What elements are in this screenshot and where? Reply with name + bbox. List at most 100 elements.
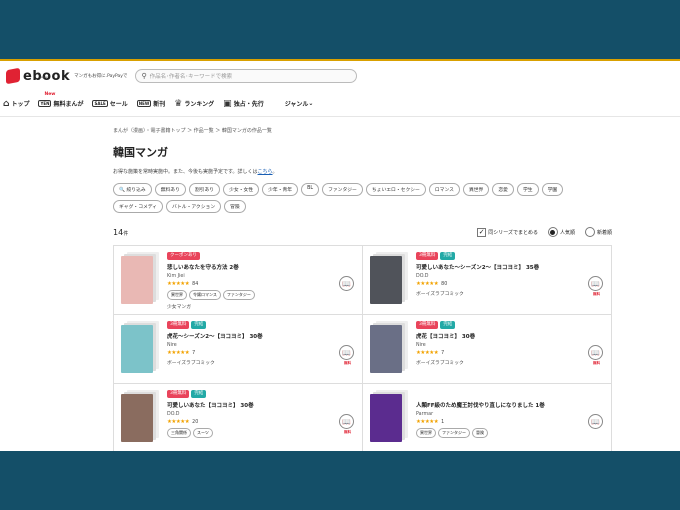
book-card[interactable]: 3冊無料 完結 可愛しいあなた【ヨコヨミ】 30巻 DO.D ★★★★★ 20 三角関係 スー… xyxy=(114,384,363,451)
book-author[interactable]: DO.D xyxy=(416,274,576,279)
book-author[interactable]: DO.D xyxy=(167,412,327,417)
rating-count: 84 xyxy=(192,281,199,287)
read-book-button[interactable]: 📖 xyxy=(588,345,603,360)
book-cover[interactable] xyxy=(370,325,402,373)
genre-dropdown[interactable]: ジャンル ⌄ xyxy=(285,99,314,108)
book-cover[interactable] xyxy=(121,394,153,442)
book-tag[interactable]: ファンタジー xyxy=(438,428,470,438)
book-cover[interactable] xyxy=(370,256,402,304)
series-checkbox[interactable]: ✓ xyxy=(477,227,487,237)
nav-icon: ♛ xyxy=(174,98,183,109)
search-input[interactable]: ⚲ 作品名･作者名･キーワードで検索 xyxy=(135,69,358,83)
filter-chip[interactable]: ちょいエロ・セクシー xyxy=(365,183,426,196)
star-rating-icon: ★★★★★ xyxy=(167,419,190,425)
nav-item-4[interactable]: ♛ ランキング xyxy=(174,99,214,109)
tagline: マンガもお得に.PayPayで xyxy=(74,74,128,79)
book-card[interactable]: 人類FF級のため魔王討伐やり直しになりました 1巻 Parmar ★★★★★ 1 異世界… xyxy=(363,384,612,451)
book-cover[interactable] xyxy=(121,325,153,373)
book-badge: 完結 xyxy=(440,252,456,260)
nav-item-label: 無料まんが xyxy=(53,101,84,108)
notice-body: お得な施策を常時実施中。また、今後も実施予定です。詳しくは xyxy=(113,169,258,175)
book-info: 3冊無料 完結 虎花【ヨコヨミ】 30巻 Nire ★★★★★ 7 ボーイズラブコミック xyxy=(416,321,576,366)
book-tag[interactable]: 異世界 xyxy=(167,290,187,300)
new-badge: New xyxy=(44,92,56,97)
filter-chip[interactable]: ロマンス xyxy=(428,183,460,196)
list-controls: 14件 ✓ 同シリーズでまとめる 人気順 新着順 xyxy=(113,225,612,239)
book-card[interactable]: クーポンあり 悲しいあなたを守る方法 2巻 Kim Jiei ★★★★★ 84 異世界 令嬢… xyxy=(114,246,363,315)
book-cover[interactable] xyxy=(370,394,402,442)
book-rating: ★★★★★ 80 xyxy=(416,281,576,287)
nav-item-label: 独占・先行 xyxy=(233,101,264,108)
notice-link[interactable]: こちら xyxy=(258,169,273,175)
book-card[interactable]: 3冊無料 完結 虎花～シーズン2～【ヨコヨミ】 30巻 Nire ★★★★★ 7 ボーイズラ… xyxy=(114,315,363,384)
filter-chip[interactable]: ギャグ・コメディ xyxy=(113,200,164,213)
sort-new-label: 新着順 xyxy=(596,229,612,236)
free-read-label: 無料 xyxy=(344,361,351,365)
star-rating-icon: ★★★★★ xyxy=(167,350,190,356)
book-tag[interactable]: 令嬢ロマンス xyxy=(189,290,221,300)
ebook-logo[interactable]: ebook xyxy=(6,67,70,85)
book-title[interactable]: 虎花【ヨコヨミ】 30巻 xyxy=(416,332,576,340)
book-author[interactable]: Kim Jiei xyxy=(167,274,327,279)
filter-chip[interactable]: 異世界 xyxy=(462,183,490,196)
nav-item-label: 新刊 xyxy=(153,101,166,108)
book-publisher: ボーイズラブコミック xyxy=(167,361,215,366)
book-badges: クーポンあり xyxy=(167,252,327,260)
book-author[interactable]: Nire xyxy=(416,343,576,348)
read-book-button[interactable]: 📖 xyxy=(339,414,354,429)
book-info: クーポンあり 悲しいあなたを守る方法 2巻 Kim Jiei ★★★★★ 84 異世界 令嬢… xyxy=(167,252,327,310)
book-info: 3冊無料 完結 可愛しいあなた【ヨコヨミ】 30巻 DO.D ★★★★★ 20 三角関係 スー… xyxy=(167,390,327,438)
nav-item-3[interactable]: NEW 新刊 xyxy=(136,99,166,108)
book-tag[interactable]: ファンタジー xyxy=(222,290,255,300)
read-book-button[interactable]: 📖 xyxy=(588,276,603,291)
filter-chip[interactable]: 学園 xyxy=(541,183,564,196)
book-title[interactable]: 可愛しいあなた～シーズン2～【ヨコヨミ】 35巻 xyxy=(416,263,576,271)
filter-chip[interactable]: ファンタジー xyxy=(322,183,363,196)
nav-item-5[interactable]: ▣ 独占・先行 xyxy=(223,99,264,109)
book-card[interactable]: 3冊無料 完結 虎花【ヨコヨミ】 30巻 Nire ★★★★★ 7 ボーイズラブコミック 📖 無… xyxy=(363,315,612,384)
book-cover[interactable] xyxy=(121,256,153,304)
filter-chip[interactable]: 無料あり xyxy=(154,183,186,196)
nav-item-1[interactable]: YEN 無料まんが New xyxy=(38,92,84,108)
book-badge: 3冊無料 xyxy=(167,321,190,329)
filter-chip[interactable]: バトル・アクション xyxy=(166,200,222,213)
book-card[interactable]: 3冊無料 完結 可愛しいあなた～シーズン2～【ヨコヨミ】 35巻 DO.D ★★★★★ 8… xyxy=(363,246,612,315)
book-rating: ★★★★★ 20 xyxy=(167,419,327,425)
book-publisher: ボーイズラブコミック xyxy=(416,361,464,366)
read-book-button[interactable]: 📖 xyxy=(339,276,354,291)
book-author[interactable]: Nire xyxy=(167,343,327,348)
filter-chip[interactable]: 少女・女性 xyxy=(223,183,260,196)
star-rating-icon: ★★★★★ xyxy=(416,350,439,356)
filter-chip[interactable]: BL xyxy=(301,183,320,196)
star-rating-icon: ★★★★★ xyxy=(416,281,439,287)
book-author[interactable]: Parmar xyxy=(416,412,576,417)
book-open-icon: 📖 xyxy=(342,348,351,357)
main-content: まんが（漫画）・電子書籍トップ ＞ 作品一覧 ＞ 韓国マンガの作品一覧 韓国マン… xyxy=(0,127,680,451)
nav-item-2[interactable]: SALE セール xyxy=(92,99,128,108)
book-tag[interactable]: スーツ xyxy=(193,428,213,438)
book-tag[interactable]: 異世界 xyxy=(416,428,436,438)
book-title[interactable]: 人類FF級のため魔王討伐やり直しになりました 1巻 xyxy=(416,401,576,409)
sort-new-radio[interactable] xyxy=(584,227,595,237)
book-title[interactable]: 可愛しいあなた【ヨコヨミ】 30巻 xyxy=(167,401,327,409)
sort-popular-radio[interactable] xyxy=(547,227,558,237)
star-rating-icon: ★★★★★ xyxy=(167,281,190,287)
filter-chip[interactable]: 少年・青年 xyxy=(262,183,299,196)
breadcrumb[interactable]: まんが（漫画）・電子書籍トップ ＞ 作品一覧 ＞ 韓国マンガの作品一覧 xyxy=(113,127,612,134)
book-open-icon: 📖 xyxy=(591,279,600,288)
nav-item-0[interactable]: ⌂ トップ xyxy=(3,99,29,109)
read-book-button[interactable]: 📖 xyxy=(339,345,354,360)
filter-chip[interactable]: 学生 xyxy=(516,183,539,196)
book-title[interactable]: 悲しいあなたを守る方法 2巻 xyxy=(167,263,327,271)
book-tag[interactable]: 三角関係 xyxy=(167,428,191,438)
filter-chip[interactable]: 割引あり xyxy=(188,183,221,196)
filter-chip[interactable]: 冒険 xyxy=(224,200,246,213)
series-checkbox-label: 同シリーズでまとめる xyxy=(488,229,538,236)
filter-chip[interactable]: 恋愛 xyxy=(492,183,514,196)
book-tag[interactable]: 冒険 xyxy=(472,428,488,438)
filter-chip[interactable]: 🔍 絞り込み xyxy=(113,183,152,196)
page-title: 韓国マンガ xyxy=(113,146,168,159)
top-header: ebook japan マンガもお得に.PayPayで ⚲ 作品名･作者名･キー… xyxy=(0,61,680,91)
book-title[interactable]: 虎花～シーズン2～【ヨコヨミ】 30巻 xyxy=(167,332,327,340)
read-book-button[interactable]: 📖 xyxy=(588,414,603,429)
